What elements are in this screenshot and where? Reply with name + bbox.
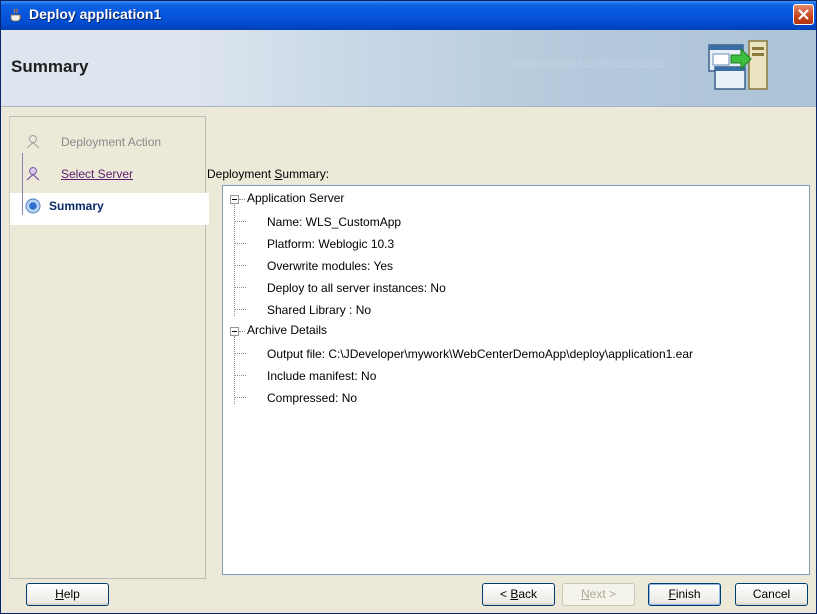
page-title: Summary <box>11 57 89 76</box>
finish-button[interactable]: Finish <box>648 583 721 606</box>
step-summary[interactable]: Summary <box>10 193 209 225</box>
steps-list: Deployment Action Select Server Summary <box>10 129 209 225</box>
step-label: Deployment Action <box>61 135 162 149</box>
tree-node-label: Archive Details <box>247 323 328 337</box>
next-button[interactable]: Next > <box>562 583 635 606</box>
java-cup-icon <box>10 8 22 22</box>
cancel-button[interactable]: Cancel <box>735 583 808 606</box>
deployment-summary-label: Deployment Summary: <box>207 167 330 181</box>
step-select-server[interactable]: Select Server <box>22 161 209 193</box>
back-button[interactable]: < Back <box>482 583 555 606</box>
tree-node-label: Application Server <box>247 191 345 205</box>
window-title: Deploy application1 <box>29 6 162 22</box>
close-icon <box>798 9 809 20</box>
collapse-icon[interactable] <box>230 327 239 336</box>
step-label: Summary <box>49 199 104 213</box>
deploy-dialog: Deploy application1 01010101010101010101… <box>0 0 817 614</box>
close-button[interactable] <box>793 4 814 25</box>
header-banner: 0101010101010101010101010101 Summary <box>1 30 816 107</box>
help-button[interactable]: Help <box>26 583 109 606</box>
steps-panel: Deployment Action Select Server Summary <box>9 116 209 579</box>
step-link-icon <box>26 167 40 181</box>
step-label: Select Server <box>61 167 134 181</box>
step-done-icon <box>26 135 40 149</box>
current-step-icon <box>25 198 41 214</box>
step-deployment-action[interactable]: Deployment Action <box>22 129 209 161</box>
banner-binary-pattern: 0101010101010101010101010101 <box>511 60 666 71</box>
step-connector <box>22 153 23 215</box>
collapse-icon[interactable] <box>230 195 239 204</box>
deploy-server-icon <box>708 40 768 90</box>
title-bar[interactable]: Deploy application1 <box>1 1 816 30</box>
deployment-summary-tree[interactable]: Application Server Name: WLS_CustomApp P… <box>222 185 810 575</box>
